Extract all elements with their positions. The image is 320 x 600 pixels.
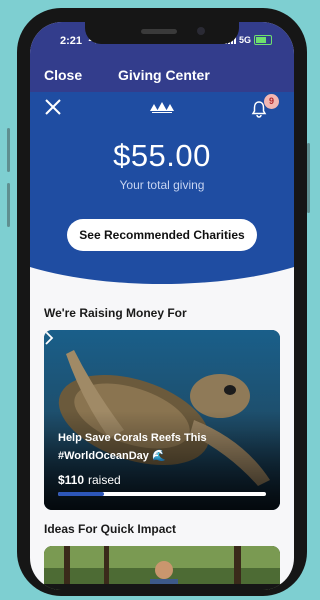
power-button xyxy=(307,143,310,213)
screen-bottom-edge xyxy=(30,584,294,590)
chevron-right-icon[interactable] xyxy=(44,330,54,346)
raised-label: raised xyxy=(88,473,121,487)
total-giving-amount: $55.00 xyxy=(113,138,211,173)
total-giving-caption: Your total giving xyxy=(119,178,205,192)
close-icon[interactable] xyxy=(44,98,62,116)
ideas-section-title: Ideas For Quick Impact xyxy=(44,522,177,536)
progress-bar xyxy=(58,492,266,496)
page-title: Giving Center xyxy=(118,67,210,83)
notch xyxy=(85,22,239,44)
volume-up-button xyxy=(7,128,10,172)
see-recommended-charities-button[interactable]: See Recommended Charities xyxy=(67,219,257,251)
close-button[interactable]: Close xyxy=(44,67,82,83)
progress-fill xyxy=(58,492,104,496)
app-screen: 2:21 5G Close Giving Center 9 $55.00 You… xyxy=(30,22,294,590)
campaign-card[interactable]: Help Save Corals Reefs This #WorldOceanD… xyxy=(44,330,280,510)
raised-amount: $110 xyxy=(58,473,85,487)
network-label: 5G xyxy=(238,35,251,45)
app-nav-bar: Close Giving Center xyxy=(30,58,294,92)
status-time: 2:21 xyxy=(60,35,83,47)
volume-down-button xyxy=(7,183,10,227)
raising-section-title: We're Raising Money For xyxy=(44,306,187,320)
battery-icon xyxy=(254,35,272,45)
campaign-title: Help Save Corals Reefs This #WorldOceanD… xyxy=(58,432,207,462)
logo-icon xyxy=(150,102,174,113)
notification-badge: 9 xyxy=(264,94,279,109)
